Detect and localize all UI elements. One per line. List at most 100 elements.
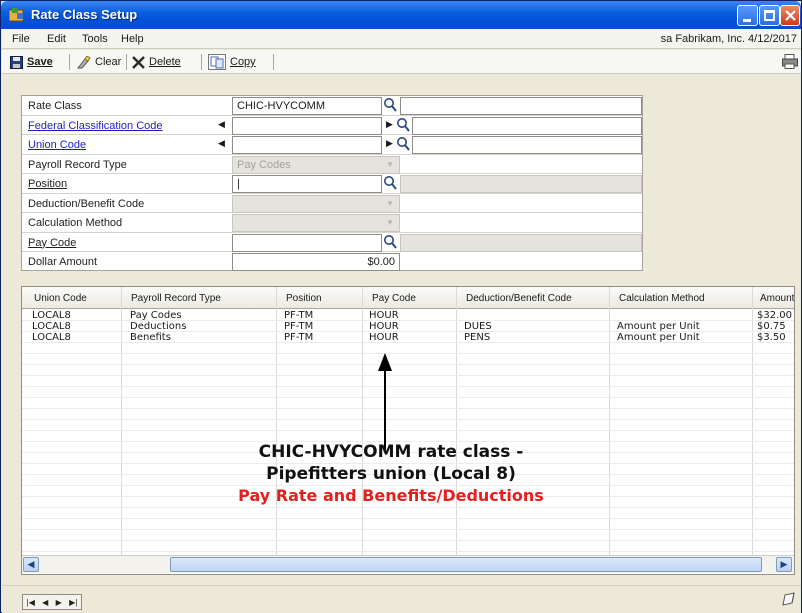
pay-code-description xyxy=(400,233,642,252)
delete-icon xyxy=(132,55,145,69)
cell-deduction-benefit-code: PENS xyxy=(464,332,491,343)
position-field[interactable]: | xyxy=(232,175,382,193)
table-row[interactable] xyxy=(22,508,794,519)
column-header-calculation-method[interactable]: Calculation Method xyxy=(619,293,705,304)
menu-edit[interactable]: Edit xyxy=(47,33,66,45)
print-icon[interactable] xyxy=(782,54,798,69)
cell-position: PF-TM xyxy=(284,310,314,321)
column-header-pay-code[interactable]: Pay Code xyxy=(372,293,416,304)
cell-union-code: LOCAL8 xyxy=(32,321,71,332)
lookup-icon[interactable] xyxy=(383,175,397,191)
lookup-icon[interactable] xyxy=(383,234,397,250)
delete-button[interactable]: Delete xyxy=(132,53,181,71)
position-link[interactable]: Position xyxy=(28,178,67,190)
copy-button[interactable]: Copy xyxy=(208,53,256,71)
cell-payroll-record-type: Deductions xyxy=(130,321,187,332)
lookup-icon[interactable] xyxy=(396,136,410,152)
payroll-record-type-row: Payroll Record Type Pay Codes ▼ xyxy=(22,155,642,174)
chevron-down-icon: ▼ xyxy=(386,159,394,169)
clear-label: Clear xyxy=(95,56,122,68)
toolbar: Save Clear Delete Copy xyxy=(2,50,801,74)
pay-code-link[interactable]: Pay Code xyxy=(28,237,76,249)
table-row[interactable] xyxy=(22,530,794,541)
column-header-position[interactable]: Position xyxy=(286,293,322,304)
union-code-field[interactable] xyxy=(232,136,382,154)
cell-union-code: LOCAL8 xyxy=(32,332,71,343)
save-button[interactable]: Save xyxy=(10,53,53,71)
cell-union-code: LOCAL8 xyxy=(32,310,71,321)
chevron-down-icon: ▼ xyxy=(386,198,394,208)
scroll-right-icon[interactable]: ▶ xyxy=(776,557,792,572)
federal-classification-description[interactable] xyxy=(412,116,642,135)
toolbar-divider xyxy=(69,54,70,70)
menu-tools[interactable]: Tools xyxy=(82,33,108,45)
deduction-benefit-code-select[interactable] xyxy=(232,194,400,213)
payroll-record-type-select[interactable]: Pay Codes xyxy=(232,155,400,174)
lookup-icon[interactable] xyxy=(396,117,410,133)
lookup-icon[interactable] xyxy=(383,97,397,113)
table-row[interactable] xyxy=(22,519,794,530)
dollar-amount-field[interactable]: $0.00 xyxy=(232,253,400,271)
close-icon[interactable] xyxy=(780,5,800,26)
minimize-icon[interactable] xyxy=(737,5,758,26)
federal-classification-field[interactable] xyxy=(232,116,382,135)
scroll-left-icon[interactable]: ◀ xyxy=(23,557,39,572)
save-icon xyxy=(10,55,23,69)
table-row[interactable]: LOCAL8 Deductions PF-TM HOUR DUES Amount… xyxy=(22,321,794,332)
position-description xyxy=(400,175,642,193)
arrow-right-icon[interactable]: ▶ xyxy=(386,119,393,130)
table-row[interactable] xyxy=(22,420,794,431)
calculation-method-select[interactable] xyxy=(232,214,400,232)
column-header-amount[interactable]: Amount xyxy=(760,293,794,304)
table-row[interactable] xyxy=(22,409,794,420)
last-record-icon[interactable]: ▶| xyxy=(69,598,77,607)
position-row: Position | xyxy=(22,174,642,194)
deduction-benefit-code-label: Deduction/Benefit Code xyxy=(28,197,145,210)
annotation-line-union: Pipefitters union (Local 8) xyxy=(266,464,516,484)
federal-classification-code-link[interactable]: Federal Classification Code xyxy=(28,120,163,132)
table-row[interactable] xyxy=(22,541,794,552)
column-header-deduction-benefit-code[interactable]: Deduction/Benefit Code xyxy=(466,293,572,304)
previous-record-icon[interactable]: ◀ xyxy=(42,598,48,607)
arrow-left-icon[interactable]: ◀ xyxy=(218,138,225,149)
federal-classification-row: Federal Classification Code ◀ ▶ xyxy=(22,116,642,135)
table-row[interactable]: LOCAL8 Pay Codes PF-TM HOUR $32.00 xyxy=(22,310,794,321)
menu-file[interactable]: File xyxy=(12,33,30,45)
table-row[interactable] xyxy=(22,376,794,387)
cell-amount: $0.75 xyxy=(757,321,786,332)
delete-label: Delete xyxy=(149,56,181,68)
arrow-left-icon[interactable]: ◀ xyxy=(218,119,225,130)
rate-class-field[interactable]: CHIC-HVYCOMM xyxy=(232,97,382,115)
rate-class-setup-window: Rate Class Setup File Edit Tools Help sa… xyxy=(0,0,802,613)
scrollbar-thumb[interactable] xyxy=(170,557,762,572)
table-row[interactable]: LOCAL8 Benefits PF-TM HOUR PENS Amount p… xyxy=(22,332,794,343)
first-record-icon[interactable]: |◀ xyxy=(27,598,35,607)
rate-class-description[interactable] xyxy=(400,97,642,115)
pay-code-field[interactable] xyxy=(232,233,382,252)
table-row[interactable] xyxy=(22,354,794,365)
table-row[interactable] xyxy=(22,398,794,409)
column-header-union-code[interactable]: Union Code xyxy=(34,293,87,304)
payroll-record-type-label: Payroll Record Type xyxy=(28,158,127,171)
toolbar-divider xyxy=(273,54,274,70)
union-code-link[interactable]: Union Code xyxy=(28,139,86,151)
next-record-icon[interactable]: ▶ xyxy=(56,598,62,607)
rate-class-grid: Union Code Payroll Record Type Position … xyxy=(21,286,795,575)
table-row[interactable] xyxy=(22,387,794,398)
save-label: Save xyxy=(27,56,53,68)
title-bar: Rate Class Setup xyxy=(1,1,801,29)
maximize-icon[interactable] xyxy=(759,5,780,26)
union-code-description[interactable] xyxy=(412,136,642,154)
column-header-payroll-record-type[interactable]: Payroll Record Type xyxy=(131,293,221,304)
table-row[interactable] xyxy=(22,365,794,376)
dollar-amount-row: Dollar Amount $0.00 xyxy=(22,252,642,272)
horizontal-scrollbar[interactable]: ◀ ▶ xyxy=(22,555,794,573)
cell-pay-code: HOUR xyxy=(369,310,399,321)
clear-button[interactable]: Clear xyxy=(76,53,121,71)
note-icon[interactable] xyxy=(780,592,796,608)
table-row[interactable] xyxy=(22,343,794,354)
arrow-right-icon[interactable]: ▶ xyxy=(386,138,393,149)
annotation-text: CHIC-HVYCOMM rate class - Pipefitters un… xyxy=(201,441,581,507)
menu-help[interactable]: Help xyxy=(121,33,144,45)
cell-amount: $3.50 xyxy=(757,332,786,343)
